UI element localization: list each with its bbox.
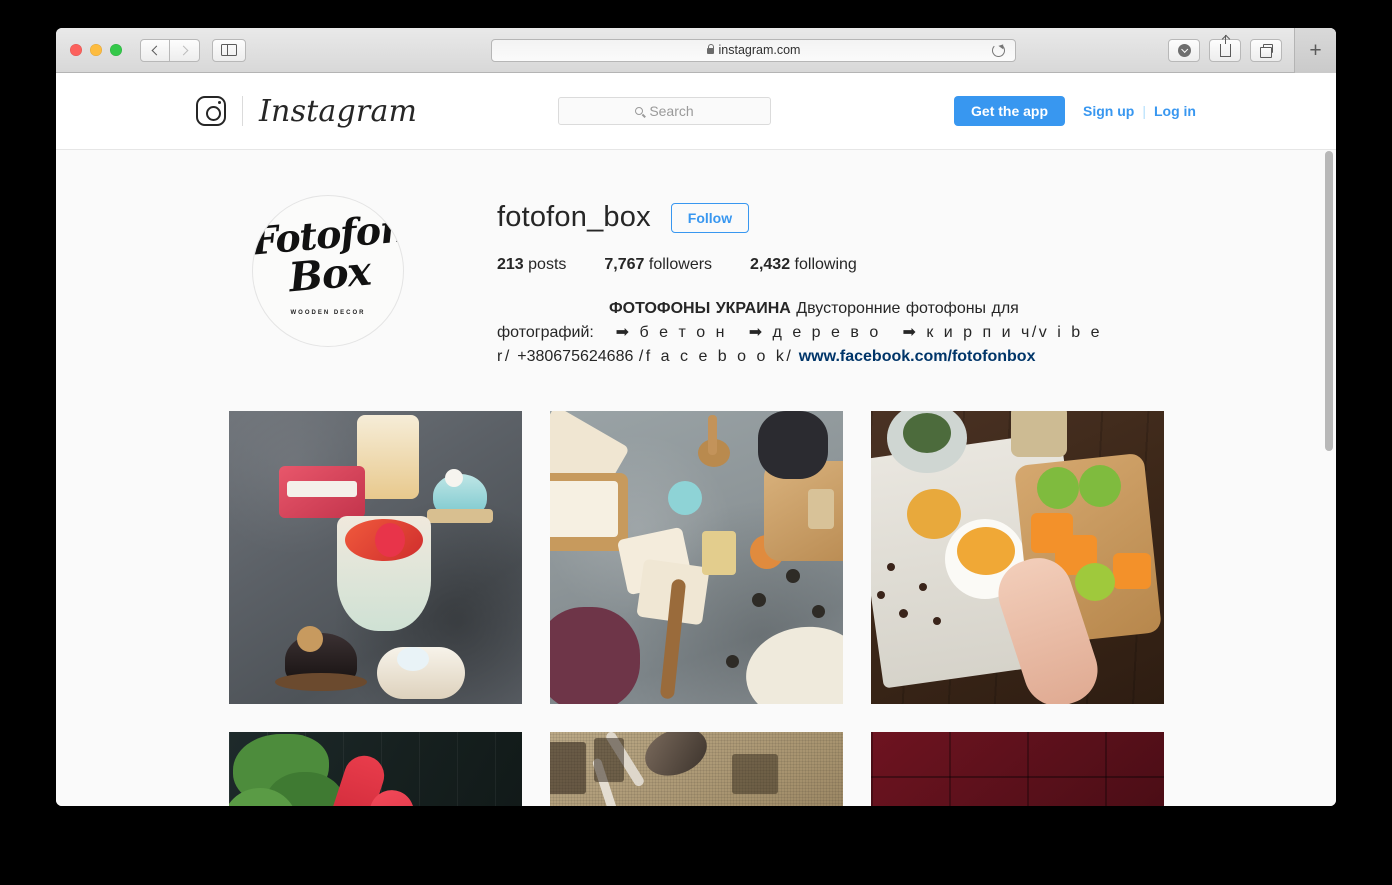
grid-post-3[interactable] (870, 411, 1164, 704)
window-controls (70, 44, 122, 56)
following-label: following (794, 256, 857, 273)
followers-label: followers (648, 256, 713, 273)
grid-post-2[interactable] (549, 411, 843, 704)
sign-up-link[interactable]: Sign up (1083, 103, 1134, 119)
post-image-burlap-spoon (549, 732, 843, 806)
close-window-button[interactable] (70, 44, 82, 56)
grid-post-5[interactable] (549, 732, 843, 806)
log-in-link[interactable]: Log in (1154, 103, 1196, 119)
post-image-basil-chili (228, 732, 522, 806)
post-image-bread (549, 411, 843, 704)
get-the-app-button[interactable]: Get the app (954, 96, 1066, 126)
bio-facebook-label: /f a c e b o o k/ (638, 348, 794, 365)
instagram-navbar: Instagram Search Get the app Sign up | L… (56, 73, 1336, 150)
instagram-camera-icon[interactable] (196, 96, 226, 126)
post-image-desserts (228, 411, 522, 704)
share-icon (1219, 34, 1231, 57)
sidebar-icon (221, 43, 237, 57)
lock-icon (706, 44, 714, 54)
forward-button[interactable] (170, 38, 200, 62)
avatar[interactable]: Fotofon Box WOODEN DECOR (252, 195, 404, 347)
followers-count: 7,767 (604, 256, 645, 273)
posts-count: 213 (497, 256, 524, 273)
bio-item-2: ➡ д е р е в о (748, 324, 881, 341)
avatar-logo: Fotofon Box (253, 205, 403, 301)
profile-stats: 213 posts 7,767 followers 2,432 followin… (497, 256, 1117, 274)
reload-icon[interactable] (992, 43, 1005, 57)
sidebar-toggle-button[interactable] (212, 38, 246, 62)
new-tab-button[interactable]: + (1294, 28, 1336, 73)
browser-window: instagram.com + Instagram Search Get the… (56, 28, 1336, 806)
bio-facebook-link[interactable]: www.facebook.com/fotofonbox (799, 348, 1036, 365)
grid-post-1[interactable] (228, 411, 522, 704)
post-image-breakfast (870, 411, 1164, 704)
browser-toolbar: instagram.com + (56, 28, 1336, 73)
profile-bio: ФОТОФОНЫ УКРАИНА Двусторонние фотофоны д… (497, 297, 1117, 369)
scrollbar-thumb[interactable] (1325, 151, 1333, 451)
bio-phone: +380675624686 (517, 348, 634, 365)
forward-arrow-icon (178, 45, 188, 55)
posts-stat: 213 posts (497, 256, 566, 274)
instagram-wordmark[interactable]: Instagram (259, 94, 417, 129)
grid-post-6[interactable] (870, 732, 1164, 806)
toolbar-right-buttons (1168, 34, 1282, 62)
links-separator: | (1142, 103, 1146, 119)
post-image-red-brick (870, 732, 1164, 806)
search-icon (635, 107, 644, 115)
avatar-tagline: WOODEN DECOR (290, 310, 366, 316)
maximize-window-button[interactable] (110, 44, 122, 56)
back-button[interactable] (140, 38, 170, 62)
following-stat[interactable]: 2,432 following (750, 256, 857, 274)
show-tabs-button[interactable] (1250, 38, 1282, 62)
grid-post-4[interactable] (228, 732, 522, 806)
url-text: instagram.com (718, 43, 801, 57)
following-count: 2,432 (750, 256, 791, 273)
share-button[interactable] (1209, 34, 1241, 62)
bio-item-3: ➡ к и р п и ч (902, 324, 1032, 341)
page-title: fotofon_box (497, 201, 651, 233)
back-arrow-icon (151, 45, 162, 55)
bio-title: ФОТОФОНЫ УКРАИНА (609, 300, 791, 317)
bio-item-1: ➡ б е т о н (615, 324, 727, 341)
profile-section: Fotofon Box WOODEN DECOR fotofon_box Fol… (196, 150, 1196, 369)
page-viewport: Instagram Search Get the app Sign up | L… (56, 73, 1336, 806)
posts-label: posts (528, 256, 567, 273)
download-icon (1177, 43, 1191, 57)
minimize-window-button[interactable] (90, 44, 102, 56)
downloads-button[interactable] (1168, 38, 1200, 62)
instagram-logo[interactable]: Instagram (196, 94, 417, 129)
address-bar[interactable]: instagram.com (491, 38, 1016, 62)
search-input[interactable]: Search (558, 97, 771, 125)
nav-buttons-group (140, 38, 246, 62)
follow-button[interactable]: Follow (670, 202, 750, 233)
navbar-actions: Get the app Sign up | Log in (954, 96, 1196, 126)
tabs-icon (1259, 44, 1273, 58)
auth-links: Sign up | Log in (1083, 103, 1196, 119)
logo-divider (242, 96, 243, 126)
vertical-scrollbar[interactable] (1325, 151, 1333, 798)
search-placeholder: Search (649, 103, 694, 119)
posts-grid (196, 369, 1196, 806)
followers-stat[interactable]: 7,767 followers (604, 256, 712, 274)
